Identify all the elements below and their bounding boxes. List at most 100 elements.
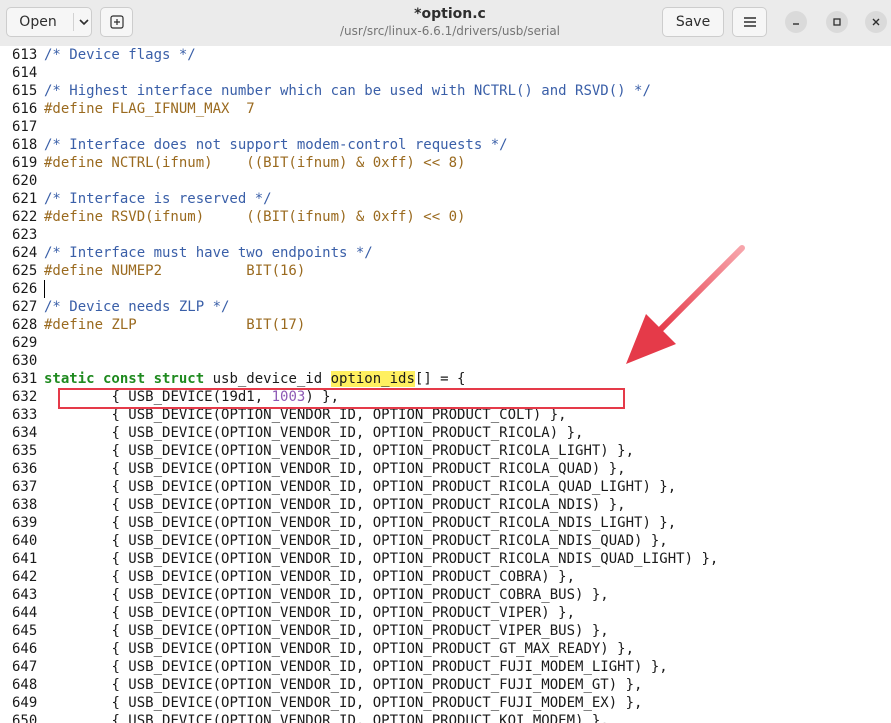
- code-line[interactable]: 641 { USB_DEVICE(OPTION_VENDOR_ID, OPTIO…: [0, 550, 891, 568]
- code-line[interactable]: 622 #define RSVD(ifnum) ((BIT(ifnum) & 0x…: [0, 208, 891, 226]
- code-token: #define NUMEP2 BIT(16): [44, 263, 306, 279]
- line-content: #define RSVD(ifnum) ((BIT(ifnum) & 0xff)…: [44, 208, 465, 226]
- code-line[interactable]: 626: [0, 280, 891, 298]
- code-line[interactable]: 632 { USB_DEVICE(19d1, 1003) },: [0, 388, 891, 406]
- line-content: { USB_DEVICE(OPTION_VENDOR_ID, OPTION_PR…: [44, 586, 609, 604]
- code-editor[interactable]: 613 /* Device flags */ 614 615 /* Highest in…: [0, 46, 891, 723]
- code-token: { USB_DEVICE(19d1,: [44, 389, 272, 405]
- code-line[interactable]: 643 { USB_DEVICE(OPTION_VENDOR_ID, OPTIO…: [0, 586, 891, 604]
- code-line[interactable]: 646 { USB_DEVICE(OPTION_VENDOR_ID, OPTIO…: [0, 640, 891, 658]
- code-lines: 613 /* Device flags */ 614 615 /* Highest in…: [0, 46, 891, 723]
- line-number: 635: [12, 443, 38, 459]
- line-number: 642: [12, 569, 38, 585]
- code-token: #define ZLP BIT(17): [44, 317, 306, 333]
- line-number: 615: [12, 83, 38, 99]
- line-content: { USB_DEVICE(OPTION_VENDOR_ID, OPTION_PR…: [44, 712, 609, 723]
- line-content: { USB_DEVICE(OPTION_VENDOR_ID, OPTION_PR…: [44, 424, 583, 442]
- code-token: { USB_DEVICE(OPTION_VENDOR_ID, OPTION_PR…: [44, 569, 576, 585]
- code-token: { USB_DEVICE(OPTION_VENDOR_ID, OPTION_PR…: [44, 713, 609, 723]
- code-line[interactable]: 647 { USB_DEVICE(OPTION_VENDOR_ID, OPTIO…: [0, 658, 891, 676]
- code-line[interactable]: 616 #define FLAG_IFNUM_MAX 7: [0, 100, 891, 118]
- minimize-button[interactable]: [785, 11, 807, 33]
- line-content: { USB_DEVICE(OPTION_VENDOR_ID, OPTION_PR…: [44, 604, 575, 622]
- code-line[interactable]: 615 /* Highest interface number which can…: [0, 82, 891, 100]
- code-token: { USB_DEVICE(OPTION_VENDOR_ID, OPTION_PR…: [44, 407, 567, 423]
- code-line[interactable]: 614: [0, 64, 891, 82]
- code-token: /* Interface does not support modem-cont…: [44, 137, 508, 153]
- code-line[interactable]: 618 /* Interface does not support modem-c…: [0, 136, 891, 154]
- line-number: 644: [12, 605, 38, 621]
- line-number: 638: [12, 497, 38, 513]
- line-content: /* Interface must have two endpoints */: [44, 244, 373, 262]
- code-line[interactable]: 633 { USB_DEVICE(OPTION_VENDOR_ID, OPTIO…: [0, 406, 891, 424]
- save-button[interactable]: Save: [662, 7, 724, 37]
- code-line[interactable]: 624 /* Interface must have two endpoints …: [0, 244, 891, 262]
- close-icon: [872, 18, 880, 26]
- line-number: 648: [12, 677, 38, 693]
- open-button[interactable]: Open: [6, 7, 92, 37]
- code-line[interactable]: 642 { USB_DEVICE(OPTION_VENDOR_ID, OPTIO…: [0, 568, 891, 586]
- line-number: 620: [12, 173, 38, 189]
- code-line[interactable]: 648 { USB_DEVICE(OPTION_VENDOR_ID, OPTIO…: [0, 676, 891, 694]
- main-menu-button[interactable]: [732, 7, 767, 37]
- new-tab-button[interactable]: [100, 7, 133, 37]
- code-line[interactable]: 649 { USB_DEVICE(OPTION_VENDOR_ID, OPTIO…: [0, 694, 891, 712]
- code-line[interactable]: 621 /* Interface is reserved */: [0, 190, 891, 208]
- code-line[interactable]: 639 { USB_DEVICE(OPTION_VENDOR_ID, OPTIO…: [0, 514, 891, 532]
- close-button[interactable]: [865, 11, 887, 33]
- code-line[interactable]: 645 { USB_DEVICE(OPTION_VENDOR_ID, OPTIO…: [0, 622, 891, 640]
- code-token: { USB_DEVICE(OPTION_VENDOR_ID, OPTION_PR…: [44, 479, 677, 495]
- line-number: 640: [12, 533, 38, 549]
- line-content: #define FLAG_IFNUM_MAX 7: [44, 100, 255, 118]
- line-number: 649: [12, 695, 38, 711]
- code-token: { USB_DEVICE(OPTION_VENDOR_ID, OPTION_PR…: [44, 551, 719, 567]
- code-line[interactable]: 617: [0, 118, 891, 136]
- code-line[interactable]: 623: [0, 226, 891, 244]
- line-number: 622: [12, 209, 38, 225]
- code-line[interactable]: 635 { USB_DEVICE(OPTION_VENDOR_ID, OPTIO…: [0, 442, 891, 460]
- line-content: /* Device flags */: [44, 46, 196, 64]
- line-number: 639: [12, 515, 38, 531]
- line-number: 626: [12, 281, 38, 297]
- code-token: { USB_DEVICE(OPTION_VENDOR_ID, OPTION_PR…: [44, 497, 626, 513]
- line-content: { USB_DEVICE(OPTION_VENDOR_ID, OPTION_PR…: [44, 406, 567, 424]
- document-title: *option.c: [414, 6, 486, 22]
- line-content: { USB_DEVICE(OPTION_VENDOR_ID, OPTION_PR…: [44, 442, 634, 460]
- code-line[interactable]: 636 { USB_DEVICE(OPTION_VENDOR_ID, OPTIO…: [0, 460, 891, 478]
- code-token: #define NCTRL(ifnum) ((BIT(ifnum) & 0xff…: [44, 155, 466, 171]
- code-token: /* Device flags */: [44, 47, 196, 63]
- line-number: 623: [12, 227, 38, 243]
- line-content: static const struct usb_device_id option…: [44, 370, 465, 388]
- code-line[interactable]: 634 { USB_DEVICE(OPTION_VENDOR_ID, OPTIO…: [0, 424, 891, 442]
- chevron-down-icon[interactable]: [78, 16, 90, 28]
- code-line[interactable]: 629: [0, 334, 891, 352]
- open-button-divider: [73, 13, 74, 31]
- line-number: 624: [12, 245, 38, 261]
- line-content: { USB_DEVICE(OPTION_VENDOR_ID, OPTION_PR…: [44, 694, 642, 712]
- line-content: /* Interface is reserved */: [44, 190, 272, 208]
- line-number: 646: [12, 641, 38, 657]
- code-line[interactable]: 625 #define NUMEP2 BIT(16): [0, 262, 891, 280]
- code-line[interactable]: 644 { USB_DEVICE(OPTION_VENDOR_ID, OPTIO…: [0, 604, 891, 622]
- line-number: 617: [12, 119, 38, 135]
- line-number: 650: [12, 713, 38, 723]
- code-line[interactable]: 619 #define NCTRL(ifnum) ((BIT(ifnum) & 0…: [0, 154, 891, 172]
- line-content: #define NUMEP2 BIT(16): [44, 262, 305, 280]
- code-token: { USB_DEVICE(OPTION_VENDOR_ID, OPTION_PR…: [44, 587, 609, 603]
- code-line[interactable]: 627 /* Device needs ZLP */: [0, 298, 891, 316]
- line-content: /* Device needs ZLP */: [44, 298, 229, 316]
- code-line[interactable]: 631 static const struct usb_device_id opt…: [0, 370, 891, 388]
- code-line[interactable]: 628 #define ZLP BIT(17): [0, 316, 891, 334]
- line-number: 629: [12, 335, 38, 351]
- code-line[interactable]: 637 { USB_DEVICE(OPTION_VENDOR_ID, OPTIO…: [0, 478, 891, 496]
- code-line[interactable]: 650 { USB_DEVICE(OPTION_VENDOR_ID, OPTIO…: [0, 712, 891, 723]
- maximize-button[interactable]: [826, 11, 848, 33]
- code-line[interactable]: 620: [0, 172, 891, 190]
- code-line[interactable]: 630: [0, 352, 891, 370]
- code-line[interactable]: 638 { USB_DEVICE(OPTION_VENDOR_ID, OPTIO…: [0, 496, 891, 514]
- line-number: 621: [12, 191, 38, 207]
- code-line[interactable]: 613 /* Device flags */: [0, 46, 891, 64]
- code-line[interactable]: 640 { USB_DEVICE(OPTION_VENDOR_ID, OPTIO…: [0, 532, 891, 550]
- code-token: { USB_DEVICE(OPTION_VENDOR_ID, OPTION_PR…: [44, 695, 643, 711]
- line-number: 618: [12, 137, 38, 153]
